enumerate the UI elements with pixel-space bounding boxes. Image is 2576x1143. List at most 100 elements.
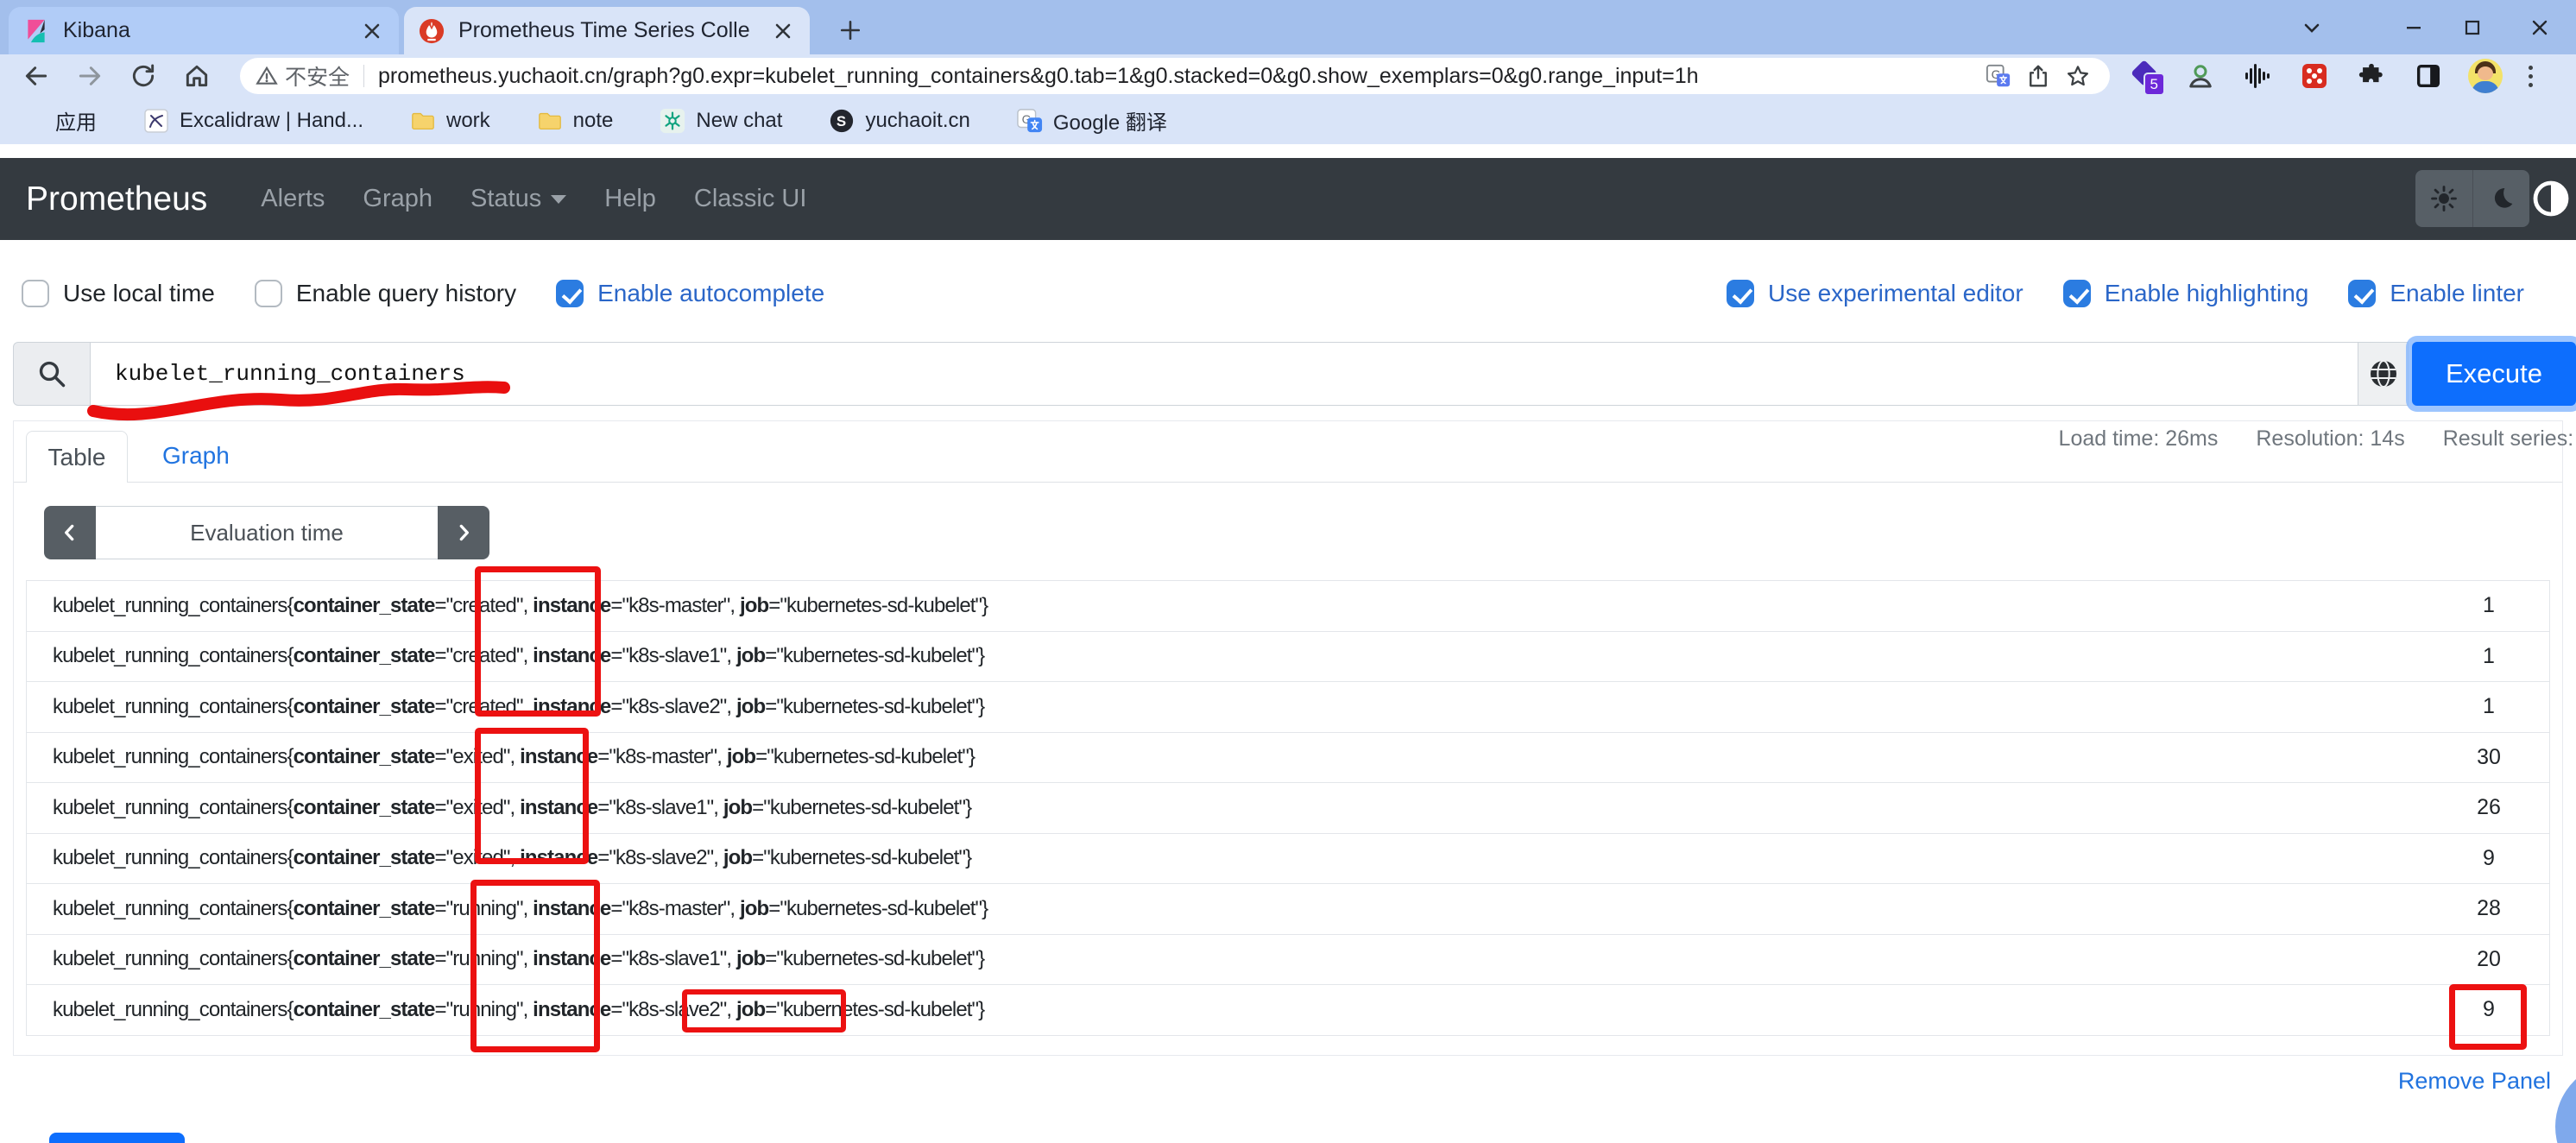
person-extension-icon[interactable] bbox=[2182, 58, 2219, 94]
puzzle-extensions-icon[interactable] bbox=[2353, 58, 2390, 94]
table-row[interactable]: kubelet_running_containers{container_sta… bbox=[27, 884, 2549, 935]
bookmark-new-chat[interactable]: New chat bbox=[660, 108, 782, 134]
series-expression: kubelet_running_containers{container_sta… bbox=[27, 644, 2428, 668]
option-enable-linter[interactable]: Enable linter bbox=[2348, 280, 2524, 307]
checkbox-unchecked[interactable] bbox=[255, 280, 282, 307]
waveform-extension-icon[interactable] bbox=[2239, 58, 2276, 94]
forward-icon[interactable] bbox=[71, 57, 109, 95]
bookmark-label: Google 翻译 bbox=[1053, 105, 1167, 136]
table-row[interactable]: kubelet_running_containers{container_sta… bbox=[27, 733, 2549, 784]
metrics-explorer-button[interactable] bbox=[2358, 342, 2409, 406]
auto-theme-button[interactable] bbox=[2526, 170, 2576, 227]
series-value: 1 bbox=[2428, 694, 2549, 719]
browser-tab-kibana[interactable]: Kibana bbox=[9, 7, 399, 54]
browser-tab-prometheus[interactable]: Prometheus Time Series Colle bbox=[404, 7, 810, 54]
tab-table[interactable]: Table bbox=[26, 431, 128, 483]
bookmark-excalidraw[interactable]: Excalidraw | Hand... bbox=[143, 108, 363, 134]
menu-kebab-icon[interactable] bbox=[2524, 58, 2536, 94]
execute-button[interactable]: Execute bbox=[2412, 342, 2576, 406]
close-tab-icon[interactable] bbox=[770, 18, 796, 44]
window-minimize-icon[interactable] bbox=[2388, 0, 2440, 54]
back-icon[interactable] bbox=[17, 57, 55, 95]
option-use-local-time[interactable]: Use local time bbox=[22, 280, 215, 307]
nav-link-status[interactable]: Status bbox=[451, 185, 585, 213]
checkbox-checked[interactable] bbox=[2063, 280, 2091, 307]
table-row[interactable]: kubelet_running_containers{container_sta… bbox=[27, 632, 2549, 683]
light-theme-button[interactable] bbox=[2415, 170, 2472, 227]
tab-graph[interactable]: Graph bbox=[162, 431, 230, 481]
dice-extension-icon[interactable] bbox=[2296, 58, 2333, 94]
nav-link-help[interactable]: Help bbox=[585, 185, 675, 213]
window-close-icon[interactable] bbox=[2514, 0, 2566, 54]
bookmark-google-translate[interactable]: G Google 翻译 bbox=[1017, 105, 1167, 136]
prometheus-brand[interactable]: Prometheus bbox=[26, 180, 207, 218]
bookmark-star-icon[interactable] bbox=[2061, 60, 2094, 92]
bookmark-label: work bbox=[446, 109, 490, 133]
checkbox-unchecked[interactable] bbox=[22, 280, 49, 307]
translate-icon[interactable]: G bbox=[1982, 60, 2015, 92]
bookmark-yuchaoit[interactable]: S yuchaoit.cn bbox=[829, 108, 969, 134]
query-expression-input[interactable]: kubelet_running_containers bbox=[91, 342, 2358, 406]
load-time: Load time: 26ms bbox=[2059, 426, 2219, 452]
security-warning[interactable]: 不安全 bbox=[256, 60, 350, 92]
option-enable-highlighting[interactable]: Enable highlighting bbox=[2063, 280, 2309, 307]
series-expression: kubelet_running_containers{container_sta… bbox=[27, 594, 2428, 618]
nav-link-classic-ui[interactable]: Classic UI bbox=[675, 185, 826, 213]
reload-icon[interactable] bbox=[124, 57, 162, 95]
checkbox-checked[interactable] bbox=[556, 280, 584, 307]
window-maximize-icon[interactable] bbox=[2447, 0, 2498, 54]
evaluation-next-button[interactable] bbox=[438, 506, 489, 559]
series-expression: kubelet_running_containers{container_sta… bbox=[27, 846, 2428, 870]
bookmark-label: Excalidraw | Hand... bbox=[180, 109, 363, 133]
browser-window: Kibana Prometheus Time Series Colle bbox=[0, 0, 2576, 1143]
option-use-experimental-editor[interactable]: Use experimental editor bbox=[1727, 280, 2024, 307]
add-panel-button[interactable] bbox=[49, 1133, 185, 1143]
purple-extension-icon[interactable]: 5 bbox=[2125, 58, 2162, 94]
tab-title: Kibana bbox=[63, 18, 359, 43]
share-icon[interactable] bbox=[2022, 60, 2055, 92]
address-bar[interactable]: 不安全 prometheus.yuchaoit.cn/graph?g0.expr… bbox=[240, 58, 2110, 94]
bookmark-note[interactable]: note bbox=[537, 108, 614, 134]
new-tab-button[interactable] bbox=[830, 10, 870, 50]
table-row[interactable]: kubelet_running_containers{container_sta… bbox=[27, 783, 2549, 834]
nav-link-graph[interactable]: Graph bbox=[344, 185, 451, 213]
search-addon bbox=[13, 342, 91, 406]
extension-badge: 5 bbox=[2144, 73, 2165, 96]
series-value: 20 bbox=[2428, 947, 2549, 972]
option-enable-query-history[interactable]: Enable query history bbox=[255, 280, 516, 307]
svg-text:S: S bbox=[837, 113, 846, 129]
option-label: Enable autocomplete bbox=[597, 280, 824, 307]
home-icon[interactable] bbox=[178, 57, 216, 95]
table-row[interactable]: kubelet_running_containers{container_sta… bbox=[27, 581, 2549, 632]
evaluation-time-input[interactable]: Evaluation time bbox=[96, 506, 438, 559]
remove-panel-link[interactable]: Remove Panel bbox=[2398, 1068, 2551, 1095]
checkbox-checked[interactable] bbox=[1727, 280, 1754, 307]
option-label: Use local time bbox=[63, 280, 215, 307]
tab-search-chevron-icon[interactable] bbox=[2286, 0, 2338, 54]
apps-grid-icon bbox=[19, 108, 45, 134]
floating-action-button[interactable] bbox=[2555, 1062, 2576, 1143]
bookmark-label: New chat bbox=[696, 109, 782, 133]
option-enable-autocomplete[interactable]: Enable autocomplete bbox=[556, 280, 824, 307]
bookmark-label: note bbox=[573, 109, 614, 133]
table-row[interactable]: kubelet_running_containers{container_sta… bbox=[27, 682, 2549, 733]
bookmark-work[interactable]: work bbox=[410, 108, 490, 134]
bookmark-label: yuchaoit.cn bbox=[865, 109, 969, 133]
series-value: 1 bbox=[2428, 593, 2549, 618]
option-label: Enable highlighting bbox=[2105, 280, 2309, 307]
profile-avatar[interactable] bbox=[2467, 58, 2503, 94]
sidebar-icon[interactable] bbox=[2410, 58, 2447, 94]
evaluation-prev-button[interactable] bbox=[44, 506, 96, 559]
close-tab-icon[interactable] bbox=[359, 18, 385, 44]
dark-theme-button[interactable] bbox=[2472, 170, 2529, 227]
checkbox-checked[interactable] bbox=[2348, 280, 2376, 307]
url-text[interactable]: prometheus.yuchaoit.cn/graph?g0.expr=kub… bbox=[378, 64, 1975, 89]
table-row[interactable]: kubelet_running_containers{container_sta… bbox=[27, 935, 2549, 986]
nav-link-alerts[interactable]: Alerts bbox=[242, 185, 344, 213]
moon-icon bbox=[2488, 185, 2516, 212]
query-stats: Load time: 26ms Resolution: 14s Result s… bbox=[2059, 426, 2576, 452]
bookmark-apps[interactable]: 应用 bbox=[19, 105, 97, 136]
series-expression: kubelet_running_containers{container_sta… bbox=[27, 796, 2428, 820]
table-row[interactable]: kubelet_running_containers{container_sta… bbox=[27, 834, 2549, 885]
table-row[interactable]: kubelet_running_containers{container_sta… bbox=[27, 985, 2549, 1036]
